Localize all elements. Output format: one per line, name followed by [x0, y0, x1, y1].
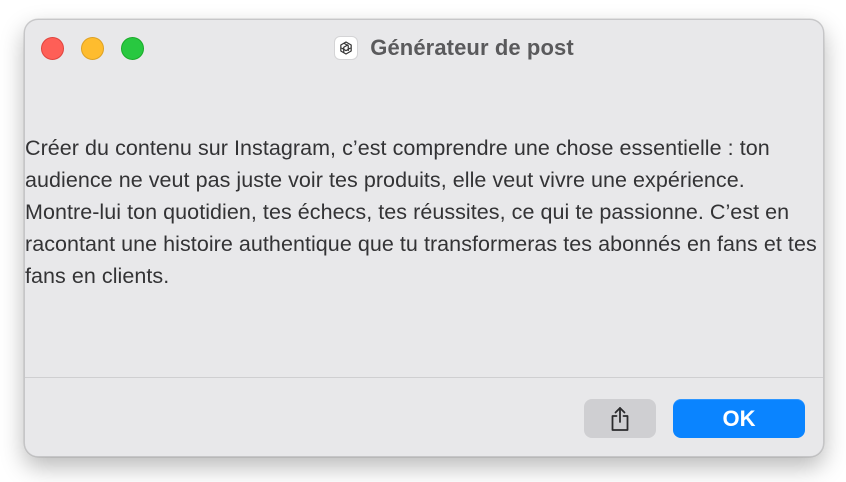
window-title: Générateur de post: [370, 35, 574, 60]
openai-logo-icon: [334, 36, 359, 60]
title-bar[interactable]: Générateur de post: [25, 20, 823, 74]
share-button[interactable]: [584, 399, 656, 438]
title-group: Générateur de post: [25, 33, 823, 63]
generated-post-text: Créer du contenu sur Instagram, c’est co…: [25, 136, 817, 288]
footer-divider: [25, 377, 823, 378]
dialog-window: Générateur de post Créer du contenu sur …: [24, 19, 824, 457]
ok-button[interactable]: OK: [673, 399, 805, 438]
share-icon: [611, 406, 629, 431]
